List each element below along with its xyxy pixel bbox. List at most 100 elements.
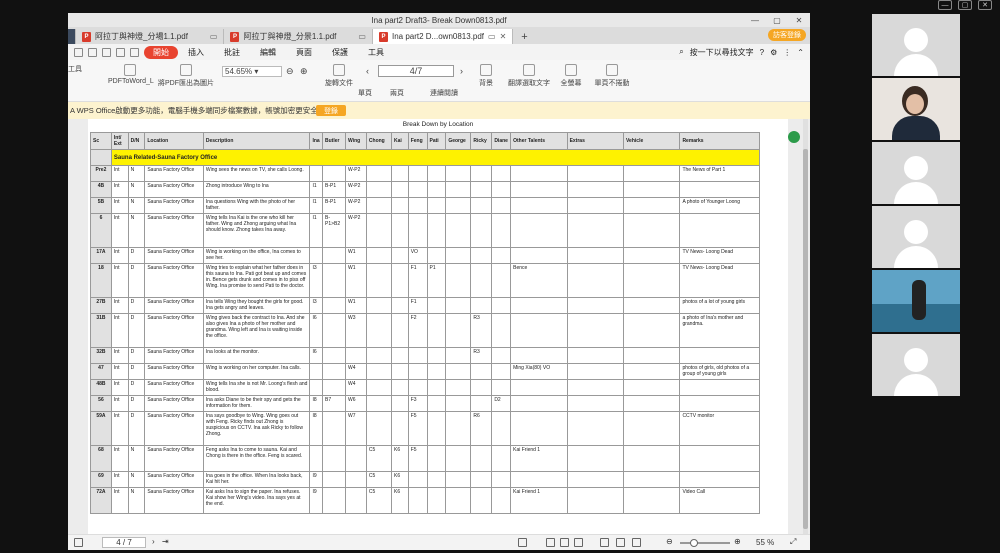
table-cell: [365, 411, 392, 446]
pdf-to-image-tool[interactable]: 將PDF匯出為圖片: [158, 64, 214, 88]
menu-home[interactable]: 開始: [144, 45, 178, 59]
rotate-tool[interactable]: 旋轉文件: [324, 64, 354, 88]
background-tool[interactable]: 背景: [474, 64, 498, 88]
page-number-input[interactable]: 4/7: [378, 65, 454, 77]
find-text-search[interactable]: 按一下以尋找文字: [690, 47, 754, 58]
eye-icon[interactable]: [518, 538, 527, 547]
participant-tile[interactable]: [872, 142, 960, 204]
participant-tile[interactable]: [872, 334, 960, 396]
document-area[interactable]: Break Down by Location Sc Int/ Ext D/N Loca…: [68, 119, 810, 534]
tab-ina-breakdown[interactable]: P Ina part2 D...own0813.pdf ▭ ✕: [372, 29, 514, 44]
close-tab-icon[interactable]: ✕: [500, 32, 507, 41]
minimize-button[interactable]: —: [744, 13, 766, 27]
table-cell: [365, 313, 392, 348]
participant-photo-tile[interactable]: [872, 270, 960, 332]
home-tab[interactable]: [68, 29, 76, 44]
new-tab-button[interactable]: +: [513, 29, 535, 44]
guest-login-button[interactable]: 訪客登錄: [768, 29, 806, 41]
continuous-button[interactable]: 連續閱讀: [430, 88, 458, 98]
table-cell: [491, 297, 512, 314]
help-icon[interactable]: ?: [760, 48, 764, 57]
tool-label[interactable]: 工具: [68, 64, 82, 74]
single-page-button[interactable]: 單頁: [358, 88, 372, 98]
tool-label: 單頁不捲動: [594, 80, 630, 87]
collapse-icon[interactable]: ⌃: [797, 48, 804, 57]
maximize-button[interactable]: ▢: [766, 13, 788, 27]
status-page-input[interactable]: 4 / 7: [102, 537, 146, 548]
table-cell: [491, 379, 512, 396]
search-icon[interactable]: ⌕: [679, 47, 683, 57]
print-icon[interactable]: [102, 47, 111, 57]
double-view-icon[interactable]: [560, 538, 569, 547]
avatar-icon: [904, 28, 928, 52]
table-cell: 17A: [90, 247, 112, 264]
tab-label: 阿拉丁與神燈_分景1.1.pdf: [243, 32, 337, 41]
table-cell: I6: [309, 347, 323, 364]
menu-tools[interactable]: 工具: [358, 47, 394, 58]
table-cell: [322, 313, 346, 348]
book-view-icon[interactable]: [574, 538, 583, 547]
close-icon[interactable]: ✕: [978, 0, 992, 10]
table-cell: [510, 297, 568, 314]
menu-page[interactable]: 頁面: [286, 47, 322, 58]
next-page-icon[interactable]: ›: [460, 66, 463, 76]
save-icon[interactable]: [88, 47, 97, 57]
zoom-in-icon[interactable]: ⊕: [300, 66, 308, 77]
next-page-icon[interactable]: ›: [152, 537, 155, 546]
menu-edit[interactable]: 編輯: [250, 47, 286, 58]
column-header: Int/ Ext: [110, 132, 129, 150]
fullscreen-icon[interactable]: ⤢: [790, 537, 796, 547]
restore-icon[interactable]: ▢: [958, 0, 972, 10]
zoom-select[interactable]: 54.65% ▾: [222, 66, 282, 77]
actual-size-icon[interactable]: [632, 538, 641, 547]
zoom-out-icon[interactable]: ⊖: [666, 537, 673, 546]
no-scroll-tool[interactable]: 單頁不捲動: [592, 64, 632, 88]
tab-aladdin-scene[interactable]: P 阿拉丁與神燈_分場1.1.pdf ▭: [76, 29, 225, 44]
menu-icon[interactable]: [74, 47, 83, 57]
notice-login-button[interactable]: 登錄: [316, 105, 346, 116]
table-cell: [365, 165, 392, 182]
fit-width-icon[interactable]: [616, 538, 625, 547]
translate-tool[interactable]: 翻譯選取文字: [506, 64, 552, 88]
single-view-icon[interactable]: [546, 538, 555, 547]
fit-page-icon[interactable]: [600, 538, 609, 547]
participant-tile[interactable]: [872, 206, 960, 268]
close-button[interactable]: ✕: [788, 13, 810, 27]
prev-page-icon[interactable]: ‹: [366, 66, 369, 76]
section-spacer: [90, 149, 112, 166]
redo-icon[interactable]: [130, 47, 139, 57]
vertical-scrollbar[interactable]: [803, 119, 808, 534]
table-cell: Int: [110, 297, 129, 314]
zoom-slider-handle[interactable]: [690, 539, 698, 547]
menu-comment[interactable]: 批註: [214, 47, 250, 58]
sidebar-toggle-icon[interactable]: [74, 538, 83, 547]
minimize-icon[interactable]: —: [938, 0, 952, 10]
more-icon[interactable]: ⋮: [783, 48, 791, 57]
pin-icon[interactable]: ▭: [210, 32, 218, 41]
table-cell: 59A: [90, 411, 112, 446]
scrollbar-thumb[interactable]: [803, 149, 808, 529]
zoom-slider[interactable]: [680, 542, 730, 544]
double-page-button[interactable]: 兩頁: [390, 88, 404, 98]
pdf-to-word-tool[interactable]: PDFToWord_L: [108, 64, 154, 85]
zoom-in-icon[interactable]: ⊕: [734, 537, 741, 546]
table-cell: [445, 313, 472, 348]
menu-protect[interactable]: 保護: [322, 47, 358, 58]
table-cell: [510, 213, 568, 248]
zoom-out-icon[interactable]: ⊖: [286, 66, 294, 77]
table-cell: [445, 471, 472, 488]
last-page-icon[interactable]: ⇥: [162, 537, 169, 546]
gear-icon[interactable]: ⚙: [770, 48, 777, 57]
table-cell: N: [127, 197, 146, 214]
tab-aladdin-shot[interactable]: P 阿拉丁與神燈_分景1.1.pdf ▭: [224, 29, 373, 44]
menu-insert[interactable]: 插入: [178, 47, 214, 58]
fullscreen-tool[interactable]: 全螢幕: [558, 64, 584, 88]
pin-icon[interactable]: ▭: [358, 32, 366, 41]
undo-icon[interactable]: [116, 47, 125, 57]
table-cell: [566, 313, 625, 348]
participant-tile[interactable]: [872, 14, 960, 76]
participant-video-tile[interactable]: [872, 78, 960, 140]
table-cell: [622, 411, 681, 446]
side-panel-icon[interactable]: [788, 131, 800, 143]
pin-icon[interactable]: ▭: [488, 32, 496, 41]
